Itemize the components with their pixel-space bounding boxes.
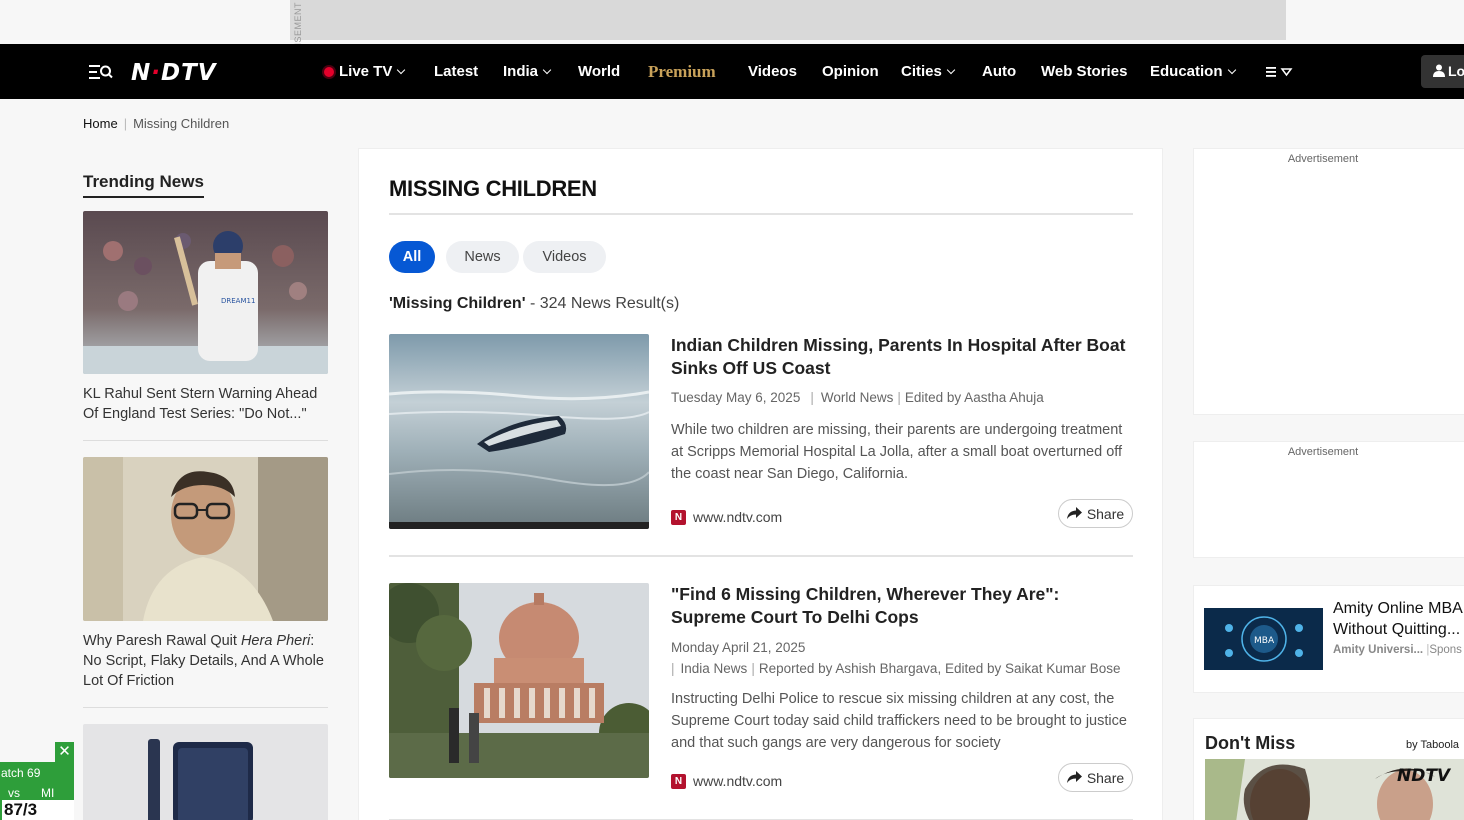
- trending-card[interactable]: [83, 724, 328, 820]
- article-category[interactable]: World News: [821, 390, 894, 405]
- article-image-boat[interactable]: [389, 334, 649, 529]
- article-title[interactable]: "Find 6 Missing Children, Wherever They …: [671, 583, 1131, 629]
- article-date: Tuesday May 6, 2025: [671, 390, 801, 405]
- nav-opinion[interactable]: Opinion: [822, 44, 879, 99]
- chevron-down-icon: [1227, 65, 1236, 74]
- article-date: Monday April 21, 2025: [671, 640, 806, 655]
- article-title[interactable]: Indian Children Missing, Parents In Hosp…: [671, 334, 1131, 380]
- article-image-supreme-court[interactable]: [389, 583, 649, 778]
- close-icon[interactable]: ✕: [55, 742, 74, 762]
- trending-image-cricket: DREAM11: [83, 211, 328, 374]
- trending-image-actor: [83, 457, 328, 621]
- article-divider: [389, 555, 1133, 557]
- trending-news-section: Trending News DREAM11 KL Rahul Sent Ster…: [83, 172, 328, 820]
- trending-image-phone: [83, 724, 328, 820]
- taboola-label[interactable]: by Taboola: [1406, 739, 1459, 751]
- page-title: MISSING CHILDREN: [389, 176, 597, 201]
- main-navbar: N·DTV Live TV Latest India World Premium…: [0, 44, 1464, 99]
- nav-web-stories[interactable]: Web Stories: [1041, 44, 1127, 99]
- chevron-down-icon: [542, 65, 552, 74]
- chevron-down-icon: [397, 65, 406, 74]
- sponsored-card[interactable]: MBA Amity Online MBA Without Quitting... …: [1193, 585, 1464, 693]
- sidebar-ad-2[interactable]: Advertisement: [1193, 441, 1464, 558]
- menu-search-icon[interactable]: [89, 62, 113, 82]
- main-content: MISSING CHILDREN All News Videos 'Missin…: [358, 148, 1163, 820]
- divider: [83, 440, 328, 441]
- article-meta: | India News | Reported by Ashish Bhargava,…: [671, 661, 1121, 676]
- share-icon: [1066, 507, 1082, 519]
- trending-card[interactable]: DREAM11 KL Rahul Sent Stern Warning Ahea…: [83, 211, 328, 424]
- article-source[interactable]: Nwww.ndtv.com: [671, 509, 782, 525]
- login-button[interactable]: Lo: [1421, 55, 1464, 88]
- svg-text:NDTV: NDTV: [1397, 766, 1452, 786]
- breadcrumb-current: Missing Children: [133, 116, 230, 131]
- nav-world[interactable]: World: [578, 44, 620, 99]
- result-count: 'Missing Children' - 324 News Result(s): [389, 295, 680, 312]
- trending-title: KL Rahul Sent Stern Warning Ahead Of Eng…: [83, 386, 318, 422]
- nav-latest[interactable]: Latest: [434, 44, 478, 99]
- chevron-down-icon: [946, 65, 956, 74]
- sidebar-ad-1[interactable]: Advertisement: [1193, 148, 1464, 415]
- ndtv-icon: N: [671, 509, 686, 525]
- nav-education[interactable]: Education: [1150, 44, 1236, 99]
- article-credit: Reported by Ashish Bhargava, Edited by S…: [758, 661, 1121, 676]
- nav-live-tv[interactable]: Live TV: [322, 44, 406, 99]
- share-button[interactable]: Share: [1058, 499, 1133, 528]
- user-icon: [1433, 64, 1445, 77]
- nav-india[interactable]: India: [503, 44, 552, 99]
- nav-auto[interactable]: Auto: [982, 44, 1016, 99]
- title-divider: [389, 213, 1133, 215]
- trending-news-heading: Trending News: [83, 172, 204, 198]
- ndtv-logo[interactable]: N·DTV: [131, 60, 217, 86]
- dont-miss-image[interactable]: NDTV: [1205, 759, 1464, 820]
- breadcrumb-home[interactable]: Home: [83, 116, 118, 131]
- svg-text:DREAM11: DREAM11: [221, 297, 255, 305]
- article-card: Indian Children Missing, Parents In Hosp…: [389, 334, 1133, 556]
- breadcrumb: Home | Missing Children: [83, 116, 230, 131]
- top-ad-banner: ADVERTISEMENT: [290, 0, 1286, 85]
- tab-videos[interactable]: Videos: [523, 241, 606, 273]
- sponsored-title: Amity Online MBA Without Quitting...: [1333, 600, 1463, 638]
- sponsored-image-mba: MBA: [1204, 608, 1323, 670]
- ad-label: Advertisement: [1287, 446, 1359, 458]
- trending-card[interactable]: Why Paresh Rawal Quit Hera Pheri: No Scr…: [83, 457, 328, 691]
- article-description: While two children are missing, their pa…: [671, 422, 1123, 482]
- trending-title: Why Paresh Rawal Quit Hera Pheri: No Scr…: [83, 633, 324, 689]
- sponsored-source: Amity Universi... |Spons: [1333, 644, 1462, 656]
- share-button[interactable]: Share: [1058, 763, 1133, 792]
- dont-miss-section: Don't Miss by Taboola NDTV: [1193, 718, 1464, 820]
- nav-cities[interactable]: Cities: [901, 44, 956, 99]
- divider: [83, 707, 328, 708]
- share-icon: [1066, 771, 1082, 783]
- article-description: Instructing Delhi Police to rescue six m…: [671, 691, 1127, 751]
- dont-miss-heading: Don't Miss: [1205, 733, 1296, 753]
- article-source[interactable]: Nwww.ndtv.com: [671, 773, 782, 789]
- article-category[interactable]: India News: [681, 661, 748, 676]
- nav-premium[interactable]: Premium: [648, 44, 716, 99]
- article-meta: Tuesday May 6, 2025 | World News | Edited by…: [671, 390, 1044, 405]
- more-menu-icon[interactable]: [1266, 44, 1294, 99]
- live-score-widget[interactable]: ✕ atch 69 vs MI 87/3: [0, 740, 74, 820]
- live-dot-icon: [322, 64, 336, 79]
- score-value: 87/3: [0, 800, 74, 820]
- article-credit: Edited by Aastha Ahuja: [904, 390, 1044, 405]
- ad-label: Advertisement: [1287, 153, 1359, 165]
- nav-videos[interactable]: Videos: [748, 44, 797, 99]
- tab-news[interactable]: News: [446, 241, 519, 273]
- tab-all[interactable]: All: [389, 241, 435, 273]
- ndtv-icon: N: [671, 773, 686, 789]
- svg-text:MBA: MBA: [1254, 636, 1275, 646]
- article-card: "Find 6 Missing Children, Wherever They …: [389, 583, 1133, 805]
- score-header: atch 69 vs MI: [0, 762, 74, 800]
